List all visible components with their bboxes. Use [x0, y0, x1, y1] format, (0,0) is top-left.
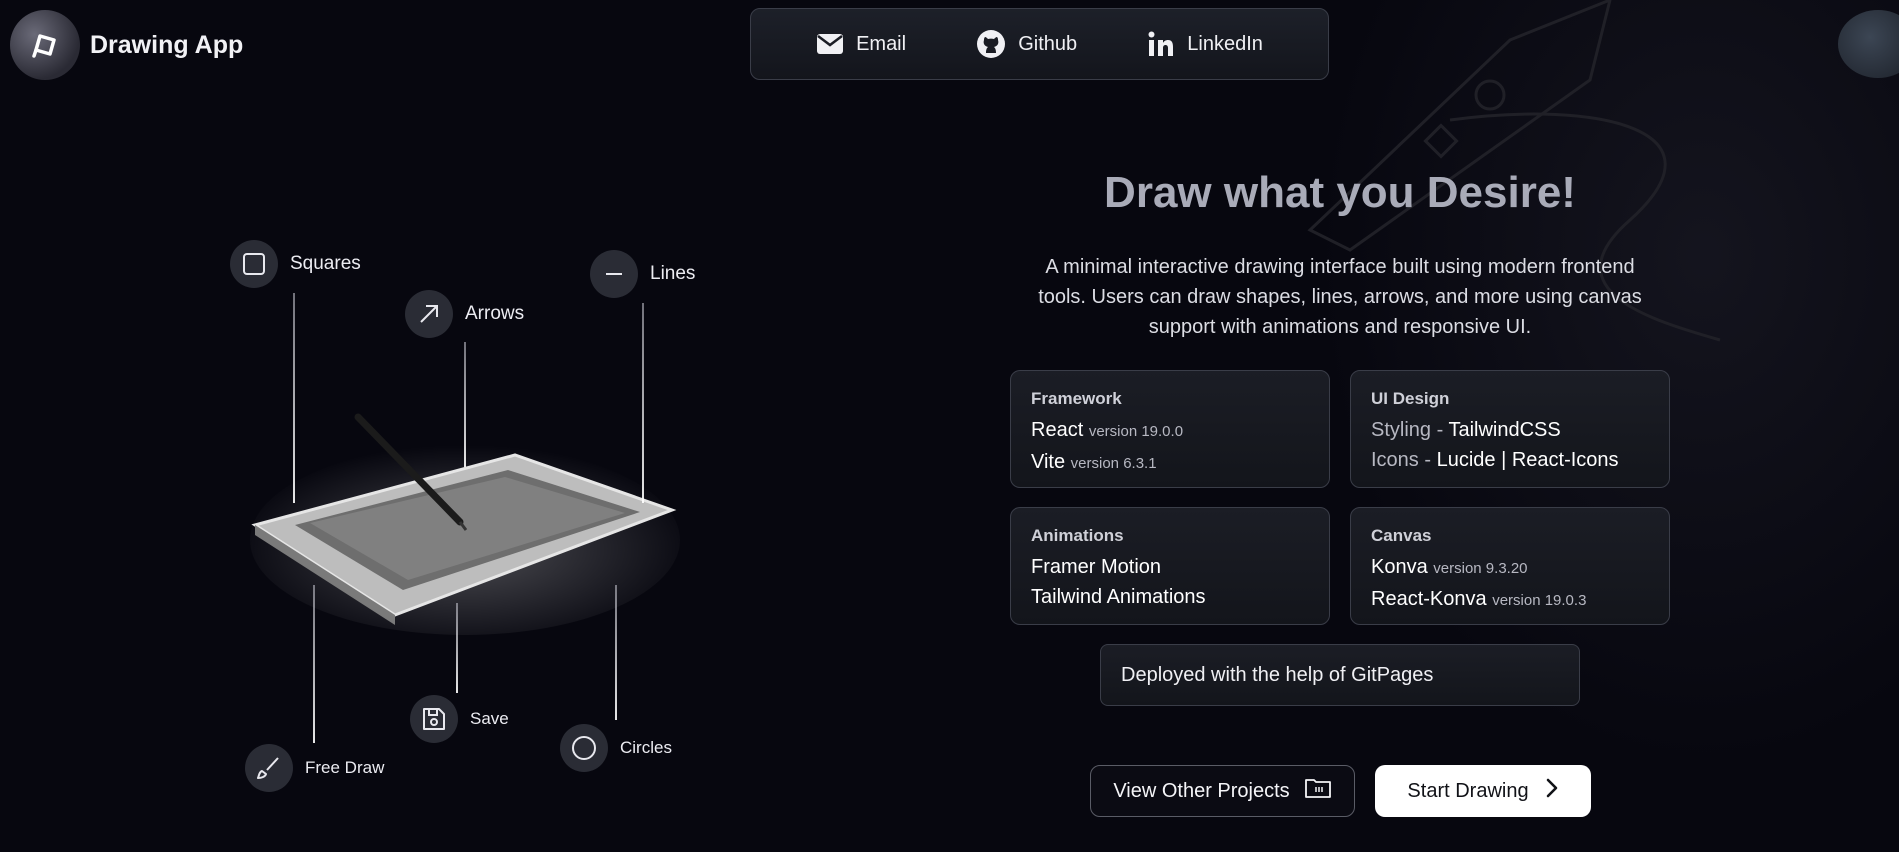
card-framework-title: Framework: [1031, 389, 1122, 408]
feature-squares: Squares: [230, 240, 361, 288]
chevron-right-icon: [1545, 778, 1559, 804]
canvas-react-konva: React-Konva: [1371, 588, 1487, 610]
lines-leader-line: [642, 303, 644, 503]
avatar-circle: [1838, 10, 1899, 78]
feature-arrows: Arrows: [405, 290, 524, 338]
framework-vite-version: version 6.3.1: [1070, 455, 1157, 472]
square-icon: [230, 240, 278, 288]
freedraw-leader-line: [313, 585, 315, 743]
feature-lines-label: Lines: [650, 263, 696, 284]
circle-icon: [560, 724, 608, 772]
card-framework-line: React version 19.0.0: [1031, 415, 1309, 447]
canvas-konva: Konva: [1371, 556, 1428, 578]
canvas-react-konva-version: version 19.0.3: [1492, 592, 1587, 609]
card-canvas: Canvas Konva version 9.3.20 React-Konva …: [1350, 507, 1670, 625]
github-icon: [976, 29, 1006, 59]
linkedin-icon: [1147, 30, 1175, 58]
card-ui-title: UI Design: [1371, 389, 1450, 408]
brush-icon: [245, 744, 293, 792]
feature-circles: Circles: [560, 724, 672, 772]
feature-arrows-label: Arrows: [465, 303, 525, 324]
save-leader-line: [456, 603, 458, 693]
linkedin-link[interactable]: LinkedIn: [1147, 30, 1263, 58]
email-label: Email: [856, 32, 907, 55]
hero-title: Draw what you Desire!: [1104, 168, 1576, 217]
github-link[interactable]: Github: [976, 29, 1077, 59]
feature-save: Save: [410, 695, 509, 743]
view-other-projects-button[interactable]: View Other Projects: [1090, 765, 1355, 817]
card-canvas-title: Canvas: [1371, 526, 1432, 545]
card-animations: Animations Framer Motion Tailwind Animat…: [1010, 507, 1330, 625]
squares-leader-line: [293, 293, 295, 503]
deploy-note: Deployed with the help of GitPages: [1100, 644, 1580, 706]
feature-save-label: Save: [470, 709, 509, 728]
ui-icons-value: Lucide | React-Icons: [1436, 449, 1619, 471]
email-link[interactable]: Email: [816, 33, 906, 56]
framework-react: React: [1031, 419, 1084, 441]
arrows-leader-line: [464, 342, 466, 467]
folder-icon: [1304, 776, 1332, 806]
feature-circles-label: Circles: [620, 738, 672, 757]
pen-loop-icon: [10, 10, 80, 80]
line-icon: [590, 250, 638, 298]
feature-lines: Lines: [590, 250, 695, 298]
framework-vite: Vite: [1031, 451, 1066, 473]
hero-description: A minimal interactive drawing interface …: [1038, 256, 1642, 338]
contact-nav: Email Github LinkedIn: [750, 8, 1329, 80]
linkedin-label: LinkedIn: [1187, 32, 1263, 55]
mail-icon: [816, 33, 844, 55]
feature-squares-label: Squares: [290, 253, 361, 274]
feature-free-draw: Free Draw: [245, 744, 384, 792]
circles-leader-line: [615, 585, 617, 720]
arrow-icon: [405, 290, 453, 338]
card-framework: Framework React version 19.0.0 Vite vers…: [1010, 370, 1330, 488]
card-canvas-line: Konva version 9.3.20: [1371, 552, 1649, 584]
card-ui-line: Styling - TailwindCSS: [1371, 415, 1649, 445]
card-ui-design: UI Design Styling - TailwindCSS Icons - …: [1350, 370, 1670, 488]
feature-free-draw-label: Free Draw: [305, 758, 385, 777]
ui-styling-value: TailwindCSS: [1448, 419, 1561, 441]
card-ui-line: Icons - Lucide | React-Icons: [1371, 445, 1649, 475]
canvas-konva-version: version 9.3.20: [1433, 560, 1528, 577]
view-projects-label: View Other Projects: [1113, 779, 1290, 802]
ui-icons-label: Icons -: [1371, 449, 1437, 471]
app-title: Drawing App: [90, 30, 244, 59]
animations-tailwind: Tailwind Animations: [1031, 586, 1206, 608]
card-canvas-line: React-Konva version 19.0.3: [1371, 584, 1649, 616]
start-drawing-button[interactable]: Start Drawing: [1375, 765, 1591, 817]
animations-framer: Framer Motion: [1031, 556, 1162, 578]
card-animations-title: Animations: [1031, 526, 1124, 545]
github-label: Github: [1018, 32, 1078, 55]
card-framework-line: Vite version 6.3.1: [1031, 447, 1309, 479]
framework-react-version: version 19.0.0: [1088, 423, 1184, 440]
start-drawing-label: Start Drawing: [1407, 779, 1529, 802]
save-icon: [410, 695, 458, 743]
ui-styling-label: Styling -: [1371, 419, 1449, 441]
app-logo[interactable]: Drawing App: [10, 10, 243, 80]
